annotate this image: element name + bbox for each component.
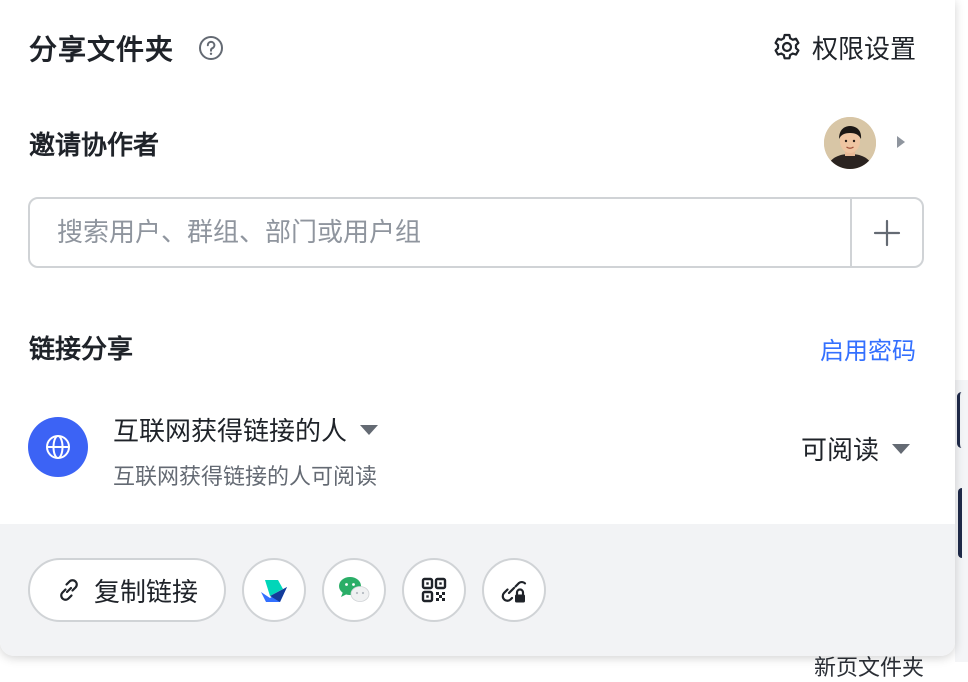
link-scope-label: 互联网获得链接的人 — [113, 417, 348, 447]
expand-collaborators-caret-icon[interactable] — [894, 132, 908, 152]
background-decoration — [957, 392, 966, 448]
qr-code-button[interactable] — [402, 558, 466, 622]
link-share-label: 链接分享 — [29, 335, 134, 365]
enable-password-link[interactable]: 启用密码 — [820, 331, 916, 366]
link-icon — [60, 579, 78, 601]
link-lock-icon — [501, 580, 527, 603]
wechat-icon — [339, 577, 370, 602]
dialog-title: 分享文件夹 — [29, 33, 175, 66]
permission-settings-button[interactable]: 权限设置 — [772, 29, 916, 65]
globe-icon — [46, 435, 70, 459]
add-collaborator-button[interactable] — [850, 199, 922, 266]
collaborator-search-box — [28, 197, 924, 268]
link-scope-description: 互联网获得链接的人可阅读 — [113, 465, 378, 490]
lark-app-icon — [261, 580, 287, 602]
chevron-down-icon — [360, 424, 379, 435]
qr-code-icon — [421, 577, 447, 603]
copy-link-label: 复制链接 — [93, 577, 198, 608]
invite-collaborators-label: 邀请协作者 — [29, 131, 160, 161]
gear-icon — [774, 33, 800, 60]
plus-icon — [873, 219, 901, 246]
link-scope-dropdown[interactable]: 互联网获得链接的人 — [113, 411, 379, 448]
avatar-image — [824, 117, 876, 169]
globe-badge — [28, 417, 88, 477]
background-decoration — [958, 488, 968, 558]
copy-link-button[interactable]: 复制链接 — [28, 558, 226, 622]
share-folder-dialog: 分享文件夹 权限设置 邀请协作者 搜索用户、群组、部门或用户组 链接分享 启用密… — [0, 0, 955, 656]
chevron-down-icon — [892, 443, 911, 454]
help-icon[interactable] — [198, 35, 224, 61]
link-password-button[interactable] — [482, 558, 546, 622]
share-to-lark-button[interactable] — [242, 558, 306, 622]
link-permission-dropdown[interactable]: 可阅读 — [801, 430, 911, 467]
permission-settings-label: 权限设置 — [812, 34, 917, 65]
link-permission-label: 可阅读 — [801, 436, 880, 466]
collaborator-avatar[interactable] — [824, 117, 876, 169]
share-to-wechat-button[interactable] — [322, 558, 386, 622]
collaborator-search-input[interactable] — [30, 199, 850, 266]
